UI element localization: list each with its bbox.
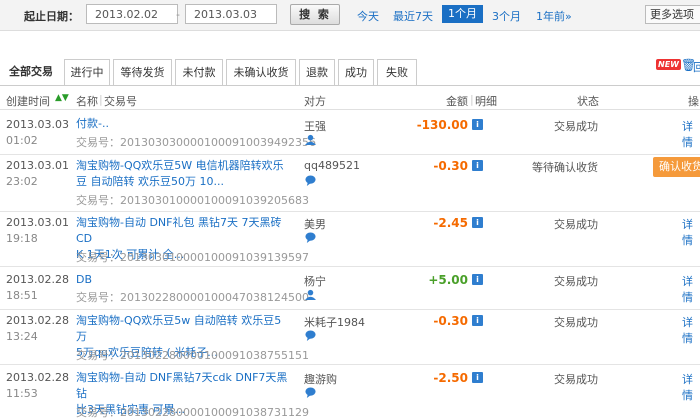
- trade-amount: +5.00: [428, 273, 468, 287]
- trade-date: 2013.02.28: [6, 273, 69, 286]
- user-icon[interactable]: [305, 134, 316, 145]
- table-row: 2013.02.28 18:51 DB 交易号：2013022800001000…: [0, 267, 700, 310]
- filter-bar: 起止日期： 2013.02.02 - 2013.03.03 搜 索 今天 最近7…: [0, 0, 700, 31]
- trade-amount: -0.30: [433, 314, 468, 328]
- col-detail: 明细: [475, 95, 497, 108]
- chat-icon[interactable]: [305, 175, 316, 186]
- trade-title-line[interactable]: 淘宝购物-QQ欢乐豆5W 电信机器陪转欢乐: [76, 159, 284, 172]
- confirm-receipt-button[interactable]: 确认收货: [653, 157, 700, 177]
- trade-amount: -0.30: [433, 159, 468, 173]
- trade-date: 2013.03.03: [6, 118, 69, 131]
- detail-link[interactable]: 详情: [682, 216, 700, 248]
- date-separator: -: [176, 8, 180, 21]
- col-name: 名称: [76, 95, 98, 108]
- trade-time: 19:18: [6, 232, 38, 245]
- table-row: 2013.02.28 13:24 淘宝购物-QQ欢乐豆5w 自动陪转 欢乐豆5万…: [0, 310, 700, 365]
- tab-in-progress[interactable]: 进行中: [64, 59, 110, 85]
- detail-link[interactable]: 详情: [682, 273, 700, 305]
- tab-refund[interactable]: 退款: [299, 59, 335, 85]
- end-date-input[interactable]: 2013.03.03: [185, 4, 277, 24]
- trade-title-line[interactable]: 付款-..: [76, 117, 109, 130]
- trade-title-line[interactable]: 淘宝购物-自动 DNF黑钻7天cdk DNF7天黑钻: [76, 371, 287, 400]
- more-options-button[interactable]: 更多选项: [645, 5, 700, 24]
- chat-icon[interactable]: [305, 330, 316, 341]
- trade-number: 交易号：20130303000010009100394923​56: [76, 136, 316, 149]
- chat-icon[interactable]: [305, 232, 316, 243]
- trade-status: 交易成功: [554, 218, 598, 231]
- date-range-label: 起止日期：: [24, 10, 79, 23]
- trade-date: 2013.02.28: [6, 314, 69, 327]
- chat-icon[interactable]: [305, 387, 316, 398]
- trade-number: 交易号：20130228000010004703812​4500: [76, 291, 309, 304]
- trade-title-line[interactable]: DB: [76, 273, 92, 286]
- range-today[interactable]: 今天: [357, 8, 379, 24]
- trade-time: 13:24: [6, 330, 38, 343]
- trade-number: 交易号：20130301000010009103913​9597: [76, 251, 309, 264]
- trade-number: 交易号：20130301000010009103920​5683: [76, 194, 309, 207]
- trade-amount: -130.00: [416, 118, 468, 132]
- trade-status: 交易成功: [554, 275, 598, 288]
- detail-link[interactable]: 详情: [682, 314, 700, 346]
- col-status: 状态: [577, 95, 599, 108]
- trade-status: 交易成功: [554, 316, 598, 329]
- detail-link[interactable]: 详情: [682, 371, 700, 403]
- table-row: 2013.03.01 19:18 淘宝购物-自动 DNF礼包 黑钻7天 7天黑砖…: [0, 212, 700, 267]
- range-1-month[interactable]: 1个月: [442, 5, 483, 23]
- new-badge: NEW: [656, 59, 681, 70]
- trade-title-link[interactable]: 付款-..: [76, 116, 291, 132]
- trade-date: 2013.02.28: [6, 371, 69, 384]
- col-divider: |: [470, 93, 474, 106]
- trade-time: 11:53: [6, 387, 38, 400]
- table-header: 创建时间 ▲▼ 名称 | 交易号 对方 金额 | 明细 状态 操: [0, 91, 700, 110]
- tab-failed[interactable]: 失败: [377, 59, 417, 85]
- trade-number: 交易号：20130228000010009103873​1129: [76, 406, 309, 419]
- table-row: 2013.02.28 11:53 淘宝购物-自动 DNF黑钻7天cdk DNF7…: [0, 365, 700, 419]
- tab-unpaid[interactable]: 未付款: [175, 59, 223, 85]
- trade-title-line[interactable]: 淘宝购物-自动 DNF礼包 黑钻7天 7天黑砖CD: [76, 216, 281, 245]
- table-row: 2013.03.01 23:02 淘宝购物-QQ欢乐豆5W 电信机器陪转欢乐豆 …: [0, 155, 700, 212]
- trade-time: 01:02: [6, 134, 38, 147]
- recycle-link[interactable]: 回: [693, 59, 700, 75]
- col-trade-no: 交易号: [104, 95, 137, 108]
- detail-link[interactable]: 详情: [682, 118, 700, 150]
- trade-date: 2013.03.01: [6, 216, 69, 229]
- search-button[interactable]: 搜 索: [290, 4, 340, 25]
- tab-success[interactable]: 成功: [338, 59, 374, 85]
- trade-title-line[interactable]: 淘宝购物-QQ欢乐豆5w 自动陪转 欢乐豆5万: [76, 314, 281, 343]
- trade-title-link[interactable]: DB: [76, 272, 291, 288]
- trade-number: 交易号：20130228000010009103875​5151: [76, 349, 309, 362]
- col-party: 对方: [304, 95, 326, 108]
- user-icon[interactable]: [305, 289, 316, 300]
- table-row: 2013.03.03 01:02 付款-.. 交易号：2013030300001…: [0, 110, 700, 155]
- col-operation: 操: [688, 95, 699, 108]
- trade-time: 23:02: [6, 175, 38, 188]
- range-1-year-ago[interactable]: 1年前»: [536, 8, 572, 24]
- trade-title-link[interactable]: 淘宝购物-QQ欢乐豆5W 电信机器陪转欢乐豆 自动陪转 欢乐豆50万 10...: [76, 158, 291, 190]
- trade-time: 18:51: [6, 289, 38, 302]
- range-3-months[interactable]: 3个月: [492, 8, 521, 24]
- col-amount: 金额: [446, 95, 468, 108]
- trade-status: 交易成功: [554, 120, 598, 133]
- trade-status: 等待确认收货: [532, 161, 598, 174]
- start-date-input[interactable]: 2013.02.02: [86, 4, 178, 24]
- trade-amount: -2.50: [433, 371, 468, 385]
- sort-icon[interactable]: ▲▼: [55, 93, 69, 103]
- tab-unconfirmed-receipt[interactable]: 未确认收货: [226, 59, 296, 85]
- trade-status: 交易成功: [554, 373, 598, 386]
- range-7-days[interactable]: 最近7天: [393, 8, 433, 24]
- trade-tabs: 全部交易 进行中 等待发货 未付款 未确认收货 退款 成功 失败: [0, 59, 700, 86]
- col-created-time[interactable]: 创建时间: [6, 93, 50, 109]
- trade-amount: -2.45: [433, 216, 468, 230]
- trade-date: 2013.03.01: [6, 159, 69, 172]
- col-divider: |: [99, 93, 103, 106]
- tab-awaiting-shipment[interactable]: 等待发货: [113, 59, 172, 85]
- tab-all-trades[interactable]: 全部交易: [0, 59, 62, 85]
- trade-title-line[interactable]: 豆 自动陪转 欢乐豆50万 10...: [76, 175, 224, 188]
